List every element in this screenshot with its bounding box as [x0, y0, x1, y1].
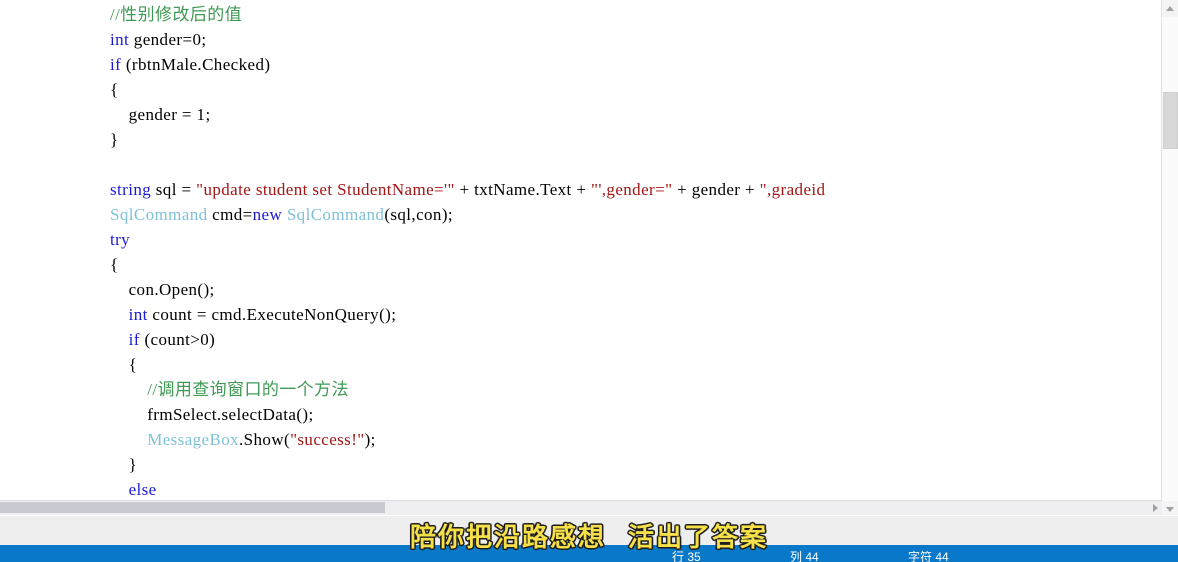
screen-root: //性别修改后的值 int gender=0; if (rbtnMale.Check…	[0, 0, 1178, 562]
code-token: count = cmd.ExecuteNonQuery();	[147, 305, 397, 324]
code-token: MessageBox	[147, 430, 240, 449]
triangle-right-icon	[1152, 504, 1158, 512]
code-token: gender=0;	[129, 30, 207, 49]
triangle-down-icon	[1166, 507, 1174, 512]
code-token: if	[110, 330, 140, 349]
code-token: .Show(	[239, 430, 291, 449]
vertical-scroll-thumb[interactable]	[1163, 92, 1178, 149]
vertical-scroll-track[interactable]	[1162, 17, 1178, 501]
horizontal-scrollbar[interactable]	[0, 500, 1162, 515]
code-line: gender = 1;	[110, 102, 825, 127]
code-token: + txtName.Text +	[454, 180, 591, 199]
code-token: + gender +	[672, 180, 760, 199]
code-token: int	[110, 30, 130, 49]
code-token: {	[110, 80, 119, 99]
code-token: gender = 1;	[110, 105, 211, 124]
code-text[interactable]: //性别修改后的值 int gender=0; if (rbtnMale.Check…	[110, 2, 825, 499]
code-token: sql =	[151, 180, 197, 199]
code-line: }	[110, 127, 825, 152]
code-token: //性别修改后的值	[110, 5, 243, 24]
code-line: con.Open();	[110, 277, 825, 302]
code-token: else	[110, 480, 157, 499]
code-line: frmSelect.selectData();	[110, 402, 825, 427]
code-token: new	[252, 205, 283, 224]
code-token: (sql,con);	[384, 205, 454, 224]
code-line: int gender=0;	[110, 27, 825, 52]
lower-pane	[0, 515, 1178, 546]
code-token: "success!"	[290, 430, 365, 449]
code-line: if (rbtnMale.Checked)	[110, 52, 825, 77]
code-line: }	[110, 452, 825, 477]
code-token: con.Open();	[110, 280, 215, 299]
code-token: }	[110, 455, 138, 474]
code-token: (rbtnMale.Checked)	[121, 55, 271, 74]
code-token: ",gradeid	[759, 180, 826, 199]
code-token: frmSelect.selectData();	[110, 405, 314, 424]
status-character: 字符 44	[908, 550, 949, 562]
code-token: {	[110, 255, 119, 274]
code-line: string sql = "update student set Student…	[110, 177, 825, 202]
status-line: 行 35	[672, 550, 701, 562]
triangle-up-icon	[1166, 6, 1174, 11]
code-token: try	[110, 230, 131, 249]
code-token: (count>0)	[139, 330, 216, 349]
code-token: }	[110, 130, 119, 149]
scroll-up-button[interactable]	[1162, 0, 1178, 17]
status-bar: 行 35 列 44 字符 44	[0, 545, 1178, 562]
code-token: if	[110, 55, 122, 74]
code-editor[interactable]: //性别修改后的值 int gender=0; if (rbtnMale.Check…	[0, 0, 1162, 499]
code-token: string	[110, 180, 152, 199]
code-line: MessageBox.Show("success!");	[110, 427, 825, 452]
status-column: 列 44	[790, 550, 819, 562]
vertical-scrollbar[interactable]	[1161, 0, 1178, 518]
code-token: "update student set StudentName='"	[196, 180, 455, 199]
code-token: SqlCommand	[286, 205, 385, 224]
code-line: {	[110, 252, 825, 277]
scroll-right-button[interactable]	[1148, 501, 1162, 515]
code-token: cmd=	[207, 205, 253, 224]
code-token: {	[110, 355, 138, 374]
code-line: //性别修改后的值	[110, 2, 825, 27]
code-line: SqlCommand cmd=new SqlCommand(sql,con);	[110, 202, 825, 227]
code-line: {	[110, 352, 825, 377]
code-token: //调用查询窗口的一个方法	[110, 380, 349, 399]
code-line: try	[110, 227, 825, 252]
code-line: int count = cmd.ExecuteNonQuery();	[110, 302, 825, 327]
code-token: "',gender="	[590, 180, 673, 199]
horizontal-scroll-thumb[interactable]	[0, 502, 385, 513]
code-token: SqlCommand	[110, 205, 208, 224]
code-line: //调用查询窗口的一个方法	[110, 377, 825, 402]
code-line: if (count>0)	[110, 327, 825, 352]
code-line: {	[110, 77, 825, 102]
code-line: else	[110, 477, 825, 499]
code-token: );	[364, 430, 376, 449]
code-token: int	[110, 305, 148, 324]
